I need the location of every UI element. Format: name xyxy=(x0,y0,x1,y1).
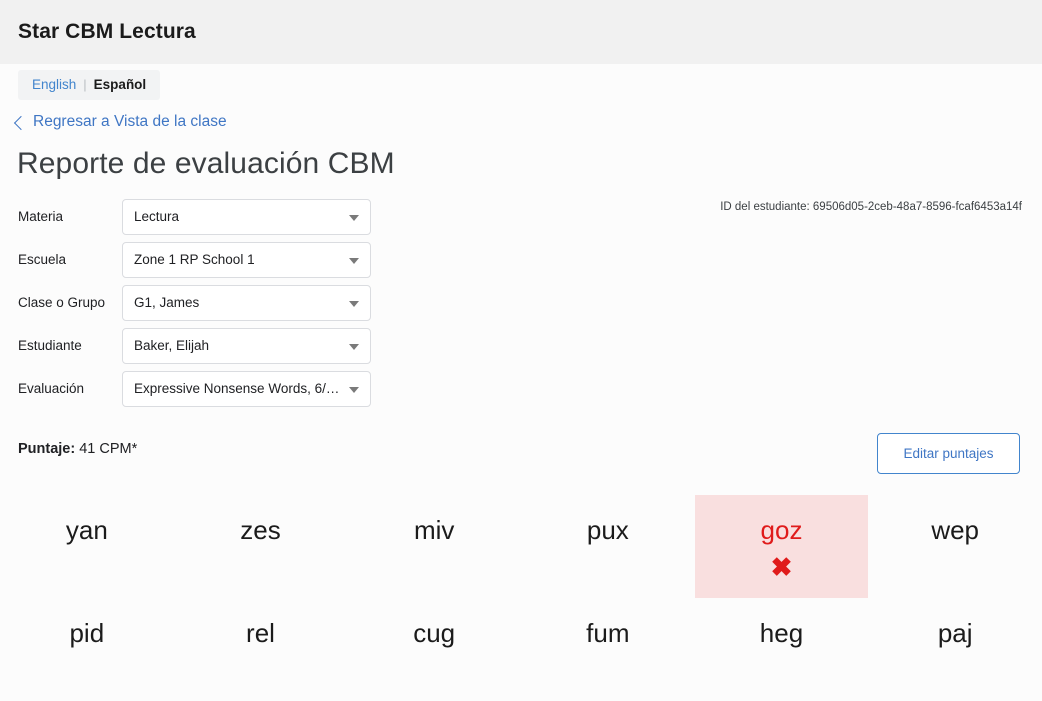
page-title: Reporte de evaluación CBM xyxy=(17,146,395,180)
report-filters-area: ID del estudiante: 69506d05-2ceb-48a7-85… xyxy=(0,198,1042,407)
word-cell[interactable]: goz ✖ xyxy=(694,494,869,598)
app-header: Star CBM Lectura xyxy=(0,0,1042,64)
language-switcher: English | Español xyxy=(0,64,1042,100)
word-text: paj xyxy=(937,617,973,648)
word-cell[interactable]: yan xyxy=(0,495,174,598)
score-summary: Puntaje: 41 CPM* xyxy=(18,433,137,457)
filter-value-materia: Lectura xyxy=(134,209,180,224)
back-link-label: Regresar a Vista de la clase xyxy=(33,113,227,130)
word-cell[interactable]: miv xyxy=(347,495,521,598)
filter-row-evaluacion: Evaluación Expressive Nonsense Words, 6/… xyxy=(18,370,1042,407)
language-separator: | xyxy=(83,77,87,92)
filter-label-evaluacion: Evaluación xyxy=(18,381,85,396)
chevron-down-icon xyxy=(349,300,359,307)
filter-select-materia[interactable]: Lectura xyxy=(122,198,371,235)
word-cell[interactable]: fum xyxy=(521,598,695,701)
student-id-text: ID del estudiante: 69506d05-2ceb-48a7-85… xyxy=(720,200,1022,213)
filter-value-clase-o-grupo: G1, James xyxy=(134,295,200,310)
score-label: Puntaje: xyxy=(18,440,76,457)
language-option-english[interactable]: English xyxy=(32,77,76,92)
app-title: Star CBM Lectura xyxy=(18,20,196,43)
filter-row-escuela: Escuela Zone 1 RP School 1 xyxy=(18,241,1042,278)
back-to-class-view-link[interactable]: Regresar a Vista de la clase xyxy=(13,113,227,131)
score-row: Puntaje: 41 CPM* Editar puntajes xyxy=(0,432,1042,483)
word-text: heg xyxy=(759,617,804,648)
score-value: 41 CPM* xyxy=(79,440,138,457)
language-pill: English | Español xyxy=(18,70,161,100)
filter-form: Materia Lectura Escuela Zone 1 RP School… xyxy=(18,198,1042,407)
filter-row-clase-o-grupo: Clase o Grupo G1, James xyxy=(18,284,1042,321)
word-text: rel xyxy=(246,617,275,648)
filter-select-evaluacion[interactable]: Expressive Nonsense Words, 6/… xyxy=(122,370,371,407)
filter-label-clase-o-grupo: Clase o Grupo xyxy=(18,295,106,310)
filter-label-materia: Materia xyxy=(18,209,64,224)
word-cell[interactable]: pux xyxy=(521,495,695,598)
word-cell[interactable]: zes xyxy=(174,495,348,598)
word-cell[interactable]: heg xyxy=(695,598,869,701)
word-text: wep xyxy=(931,514,980,545)
word-cell[interactable]: paj xyxy=(868,598,1042,701)
filter-label-estudiante: Estudiante xyxy=(18,338,82,353)
word-text: yan xyxy=(65,514,108,545)
edit-scores-button[interactable]: Editar puntajes xyxy=(877,432,1020,474)
word-text: goz xyxy=(760,514,803,545)
word-cell[interactable]: rel xyxy=(174,598,348,701)
filter-value-estudiante: Baker, Elijah xyxy=(134,338,210,353)
word-cell[interactable]: pid xyxy=(0,598,174,701)
chevron-left-icon xyxy=(13,115,29,130)
filter-select-clase-o-grupo[interactable]: G1, James xyxy=(122,284,371,321)
filter-value-evaluacion: Expressive Nonsense Words, 6/… xyxy=(134,381,340,396)
word-text: fum xyxy=(586,617,630,648)
word-text: cug xyxy=(413,617,456,648)
chevron-down-icon xyxy=(349,257,359,264)
word-text: pux xyxy=(586,514,629,545)
filter-select-estudiante[interactable]: Baker, Elijah xyxy=(122,327,371,364)
filter-row-estudiante: Estudiante Baker, Elijah xyxy=(18,327,1042,364)
filter-select-escuela[interactable]: Zone 1 RP School 1 xyxy=(122,241,371,278)
word-text: pid xyxy=(69,617,105,648)
chevron-down-icon xyxy=(349,386,359,393)
incorrect-mark-icon: ✖ xyxy=(770,551,793,582)
chevron-down-icon xyxy=(349,343,359,350)
word-cell[interactable]: wep xyxy=(868,495,1042,598)
word-cell[interactable]: cug xyxy=(347,598,521,701)
word-text: zes xyxy=(240,514,281,545)
word-text: miv xyxy=(413,514,455,545)
filter-value-escuela: Zone 1 RP School 1 xyxy=(134,252,255,267)
language-option-spanish[interactable]: Español xyxy=(94,77,147,92)
filter-label-escuela: Escuela xyxy=(18,252,67,267)
word-grid: yan zes miv pux goz ✖ wep pid rel cug fum heg paj xyxy=(0,494,1042,701)
chevron-down-icon xyxy=(349,214,359,221)
